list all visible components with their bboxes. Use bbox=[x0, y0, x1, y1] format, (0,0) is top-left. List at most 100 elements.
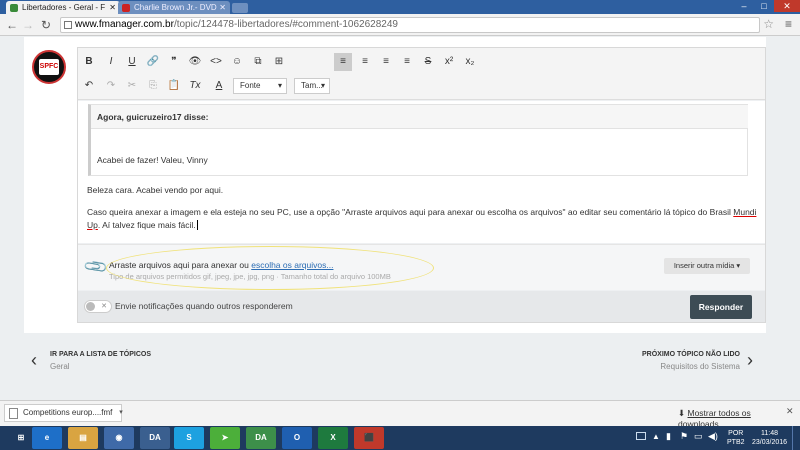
flag-icon[interactable]: ⚑ bbox=[680, 431, 688, 442]
file-icon bbox=[9, 408, 18, 419]
download-item[interactable]: Competitions europ....fmf bbox=[4, 404, 122, 422]
font-dropdown-label: Fonte bbox=[240, 81, 261, 90]
excel-taskbar-icon[interactable]: X bbox=[318, 427, 348, 449]
ie-taskbar-label: e bbox=[44, 433, 50, 442]
clock[interactable]: 11:48 23/03/2016 bbox=[752, 429, 787, 447]
chevron-left-icon[interactable]: ‹ bbox=[31, 350, 37, 371]
clear-format-icon[interactable]: Tx bbox=[186, 77, 204, 95]
table-icon[interactable]: ⊞ bbox=[270, 53, 288, 71]
font-dropdown[interactable]: Fonte ▾ bbox=[233, 78, 287, 94]
align-center-icon[interactable]: ≡ bbox=[356, 53, 374, 71]
next-link-sub[interactable]: Requisitos do Sistema bbox=[580, 362, 740, 371]
volume-icon[interactable]: ◀) bbox=[708, 431, 718, 442]
subscript-icon[interactable]: x₂ bbox=[461, 53, 479, 71]
superscript-icon[interactable]: x² bbox=[440, 53, 458, 71]
outlook-taskbar-icon[interactable]: O bbox=[282, 427, 312, 449]
arrow-taskbar-icon[interactable]: ➤ bbox=[210, 427, 240, 449]
tab-libertadores[interactable]: Libertadores - Geral - F ✕ bbox=[6, 1, 120, 14]
chevron-up-icon[interactable]: ▲ bbox=[652, 432, 660, 441]
address-bar[interactable]: www.fmanager.com.br/topic/124478-liberta… bbox=[60, 17, 760, 33]
chevron-down-icon[interactable]: ▾ bbox=[116, 404, 126, 422]
notify-label: Envie notificações quando outros respond… bbox=[115, 301, 293, 311]
tab-favicon-icon bbox=[10, 4, 18, 12]
paragraph-text: . Aí talvez fique mais fácil. bbox=[97, 220, 196, 230]
code-icon[interactable]: <> bbox=[207, 53, 225, 71]
explorer-taskbar-icon[interactable]: ▤ bbox=[68, 427, 98, 449]
menu-icon[interactable]: ≡ bbox=[785, 17, 792, 31]
lang-code: POR bbox=[728, 430, 744, 437]
bookmark-star-icon[interactable]: ☆ bbox=[763, 17, 774, 31]
redo-icon[interactable]: ↷ bbox=[102, 77, 120, 95]
paragraph-2-line-2: Up. Aí talvez fique mais fácil. bbox=[87, 220, 198, 230]
da1-taskbar-label: DA bbox=[149, 433, 161, 442]
display-icon[interactable]: ▭ bbox=[694, 431, 703, 442]
emoji-icon[interactable]: ☺ bbox=[228, 53, 246, 71]
prev-link-title[interactable]: IR PARA A LISTA DE TÓPICOS bbox=[50, 351, 151, 358]
quote-header: Agora, guicruzeiro17 disse: bbox=[91, 105, 748, 129]
close-tab-icon[interactable]: ✕ bbox=[219, 1, 226, 14]
keyboard-icon[interactable] bbox=[636, 432, 646, 440]
back-arrow-icon[interactable]: ← bbox=[4, 17, 20, 33]
editor-toolbar: B I U 🔗 ❞ 👁 <> ☺ ⧉ ⊞ ≡ ≡ ≡ ≡ S x² x₂ ↶ ↷… bbox=[78, 48, 765, 100]
forward-arrow-icon[interactable]: → bbox=[20, 17, 36, 33]
download-filename: Competitions europ....fmf bbox=[23, 408, 113, 417]
cut-icon[interactable]: ✂ bbox=[123, 77, 141, 95]
language-indicator[interactable]: POR PTB2 bbox=[727, 429, 745, 447]
clock-time: 11:48 bbox=[761, 430, 779, 437]
skype-taskbar-label: S bbox=[186, 433, 192, 442]
arrow-taskbar-label: ➤ bbox=[221, 433, 229, 442]
align-justify-icon[interactable]: ≡ bbox=[398, 53, 416, 71]
network-icon[interactable]: ▮ bbox=[666, 431, 671, 442]
size-dropdown[interactable]: Tam... ▾ bbox=[294, 78, 330, 94]
chevron-right-icon[interactable]: › bbox=[747, 350, 753, 371]
clock-date: 23/03/2016 bbox=[752, 439, 788, 446]
strikethrough-icon[interactable]: S bbox=[419, 53, 437, 71]
spoiler-icon[interactable]: 👁 bbox=[186, 53, 204, 71]
skype-taskbar-icon[interactable]: S bbox=[174, 427, 204, 449]
undo-icon[interactable]: ↶ bbox=[80, 77, 98, 95]
da2-taskbar-icon[interactable]: DA bbox=[246, 427, 276, 449]
italic-icon[interactable]: I bbox=[102, 53, 120, 71]
close-tab-icon[interactable]: ✕ bbox=[109, 1, 116, 14]
ie-taskbar-icon[interactable]: e bbox=[32, 427, 62, 449]
copy-icon[interactable]: ⎘ bbox=[144, 77, 162, 95]
paragraph-text: Caso queira anexar a imagem e ela esteja… bbox=[87, 207, 734, 217]
close-download-bar-icon[interactable]: ✕ bbox=[786, 406, 794, 417]
paste-icon[interactable]: 📋 bbox=[165, 77, 183, 95]
text-color-icon[interactable]: A bbox=[210, 77, 228, 95]
underline-icon[interactable]: U bbox=[123, 53, 141, 71]
explorer-taskbar-label: ▤ bbox=[79, 433, 87, 442]
url-host: www.fmanager.com.br bbox=[75, 19, 174, 30]
reply-button[interactable]: Responder bbox=[690, 295, 752, 319]
align-right-icon[interactable]: ≡ bbox=[377, 53, 395, 71]
youtube-icon bbox=[122, 4, 130, 12]
reload-icon[interactable]: ↻ bbox=[38, 17, 54, 33]
spfc-logo-icon: SPFC bbox=[39, 59, 59, 75]
align-left-icon[interactable]: ≡ bbox=[334, 53, 352, 71]
link-icon[interactable]: 🔗 bbox=[144, 53, 162, 71]
chrome-taskbar-icon[interactable]: ◉ bbox=[104, 427, 134, 449]
misspelled-word: Mundi bbox=[733, 207, 757, 217]
quote-icon[interactable]: ❞ bbox=[165, 53, 183, 71]
close-window-button[interactable]: ✕ bbox=[774, 0, 800, 12]
maximize-button[interactable]: □ bbox=[754, 0, 774, 12]
chrome-taskbar-label: ◉ bbox=[115, 433, 123, 442]
tab-charlie-brown[interactable]: Charlie Brown Jr.- DVD ✕ bbox=[118, 1, 230, 14]
bold-icon[interactable]: B bbox=[80, 53, 98, 71]
media-icon[interactable]: ⧉ bbox=[249, 53, 267, 71]
pdf-taskbar-icon[interactable]: ⬛ bbox=[354, 427, 384, 449]
misspelled-word: Up bbox=[87, 220, 98, 230]
next-link-title[interactable]: PRÓXIMO TÓPICO NÃO LIDO bbox=[580, 351, 740, 358]
close-icon: ✕ bbox=[101, 303, 107, 310]
url-path: /topic/124478-libertadores/#comment-1062… bbox=[173, 19, 398, 30]
minimize-button[interactable]: – bbox=[734, 0, 754, 12]
show-desktop-button[interactable] bbox=[792, 426, 800, 450]
prev-link-sub[interactable]: Geral bbox=[50, 362, 70, 371]
notify-toggle[interactable]: ✕ bbox=[84, 300, 112, 313]
insert-media-button[interactable]: Inserir outra mídia ▾ bbox=[664, 258, 750, 274]
da2-taskbar-label: DA bbox=[255, 433, 267, 442]
avatar[interactable]: SPFC bbox=[32, 50, 66, 84]
new-tab-button[interactable] bbox=[232, 3, 248, 13]
da1-taskbar-icon[interactable]: DA bbox=[140, 427, 170, 449]
outlook-taskbar-label: O bbox=[293, 433, 301, 442]
